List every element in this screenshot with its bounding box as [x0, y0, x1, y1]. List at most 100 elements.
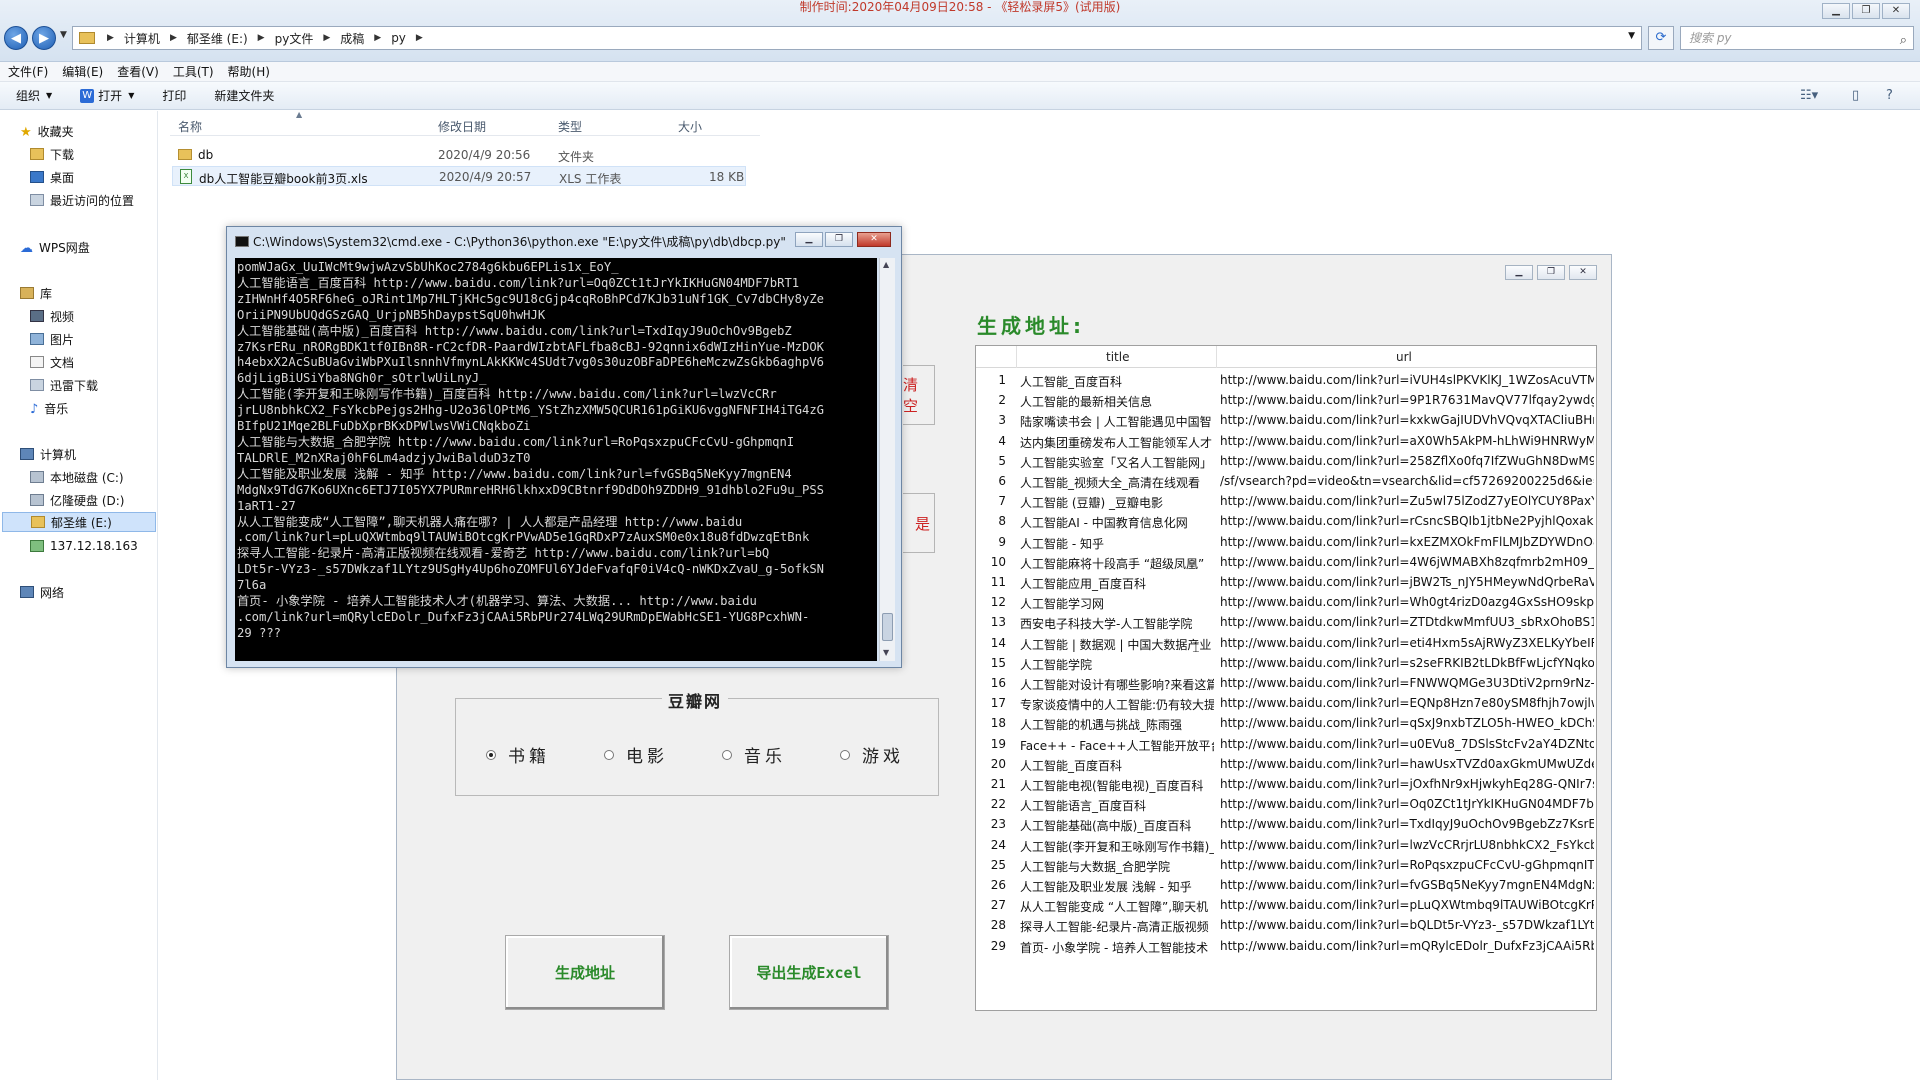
table-row[interactable]: 24 人工智能(李开复和王咏刚写作书籍)_ http://www.baidu.com… — [976, 835, 1596, 855]
results-table[interactable]: title url 1 人工智能_百度百科 http://www.baidu.com… — [975, 345, 1597, 1011]
breadcrumb-final[interactable]: 成稿 — [340, 30, 364, 47]
table-row[interactable]: 16 人工智能对设计有哪些影响?来看这篇 http://www.baidu.com/… — [976, 673, 1596, 693]
sidebar-item-wps[interactable]: ☁ WPS网盘 — [20, 237, 90, 257]
column-header-title[interactable]: title — [1106, 350, 1129, 364]
cmd-close-button[interactable]: ✕ — [857, 232, 891, 247]
sidebar-item-thunder[interactable]: 迅雷下载 — [30, 375, 98, 395]
clear-button[interactable]: 清空 — [903, 365, 935, 425]
back-button[interactable]: ◀ — [4, 26, 28, 50]
table-row[interactable]: 13 西安电子科技大学-人工智能学院 http://www.baidu.com/li… — [976, 612, 1596, 632]
new-folder-button[interactable]: 新建文件夹 — [214, 87, 274, 104]
scroll-up-icon[interactable]: ▲ — [883, 260, 889, 269]
restore-button[interactable]: ❐ — [1852, 3, 1880, 19]
sidebar-item-drive-e[interactable]: 郁圣维 (E:) — [2, 512, 156, 532]
console-output[interactable]: pomWJaGx_UuIWcMt9wjwAzvSbUhKoc2784g6kbu6… — [235, 258, 877, 661]
sidebar-item-desktop[interactable]: 桌面 — [30, 167, 74, 187]
menu-view[interactable]: 查看(V) — [117, 63, 159, 80]
sidebar-item-drive-c[interactable]: 本地磁盘 (C:) — [30, 467, 124, 487]
minimize-button[interactable]: ▁ — [1822, 3, 1850, 19]
sidebar-item-computer[interactable]: 计算机 — [20, 444, 76, 464]
table-row[interactable]: 27 从人工智能变成 “人工智障”,聊天机 http://www.baidu.com… — [976, 895, 1596, 915]
cmd-restore-button[interactable]: ❐ — [825, 232, 853, 247]
table-row[interactable]: 6 人工智能_视频大全_高清在线观看/sf/vsearch?pd=video&tn… — [976, 471, 1596, 491]
sidebar-item-video[interactable]: 视频 — [30, 306, 74, 326]
table-row[interactable]: 3 陆家嘴读书会 | 人工智能遇见中国智 http://www.baidu.com/… — [976, 410, 1596, 430]
breadcrumb-py[interactable]: py — [391, 31, 406, 45]
forward-button[interactable]: ▶ — [32, 26, 56, 50]
breadcrumb-drive-e[interactable]: 郁圣维 (E:) — [187, 30, 248, 47]
table-row[interactable]: 11 人工智能应用_百度百科 http://www.baidu.com/link?u… — [976, 572, 1596, 592]
table-row[interactable]: 5 人工智能实验室「又名人工智能网」 http://www.baidu.com/li… — [976, 451, 1596, 471]
cmd-scrollbar[interactable]: ▲ ▼ — [879, 258, 895, 661]
help-icon[interactable]: ? — [1886, 88, 1893, 103]
file-row-xls[interactable]: X db人工智能豆瓣book前3页.xls 2020/4/9 20:57 XLS… — [172, 166, 746, 186]
column-header-type[interactable]: 类型 — [558, 118, 582, 135]
sidebar-item-network[interactable]: 网络 — [20, 582, 64, 602]
app-close-button[interactable]: ✕ — [1569, 265, 1597, 280]
sidebar-item-recent[interactable]: 最近访问的位置 — [30, 190, 134, 210]
menu-edit[interactable]: 编辑(E) — [62, 63, 103, 80]
sidebar-item-drive-d[interactable]: 亿隆硬盘 (D:) — [30, 490, 124, 510]
radio-games[interactable]: 游戏 — [840, 742, 904, 767]
table-row[interactable]: 23 人工智能基础(高中版)_百度百科 http://www.baidu.com/l… — [976, 814, 1596, 834]
sidebar-item-network-drive[interactable]: 137.12.18.163 — [30, 536, 138, 556]
radio-books[interactable]: 书籍 — [486, 742, 550, 767]
table-row[interactable]: 9 人工智能 - 知乎 http://www.baidu.com/link?url=… — [976, 532, 1596, 552]
table-row[interactable]: 1 人工智能_百度百科 http://www.baidu.com/link?url=… — [976, 370, 1596, 390]
table-row[interactable]: 28 探寻人工智能-纪录片-高清正版视频 http://www.baidu.com/… — [976, 915, 1596, 935]
menu-file[interactable]: 文件(F) — [8, 63, 48, 80]
generate-urls-button[interactable]: 生成地址 — [505, 935, 665, 1010]
address-bar[interactable]: ▶ 计算机 ▶ 郁圣维 (E:) ▶ py文件 ▶ 成稿 ▶ py ▶ ▼ — [72, 26, 1642, 50]
sidebar-item-music[interactable]: ♪ 音乐 — [30, 398, 68, 418]
table-row[interactable]: 7 人工智能 (豆瓣) _豆瓣电影 http://www.baidu.com/lin… — [976, 491, 1596, 511]
sidebar-item-pictures[interactable]: 图片 — [30, 329, 74, 349]
radio-music[interactable]: 音乐 — [722, 742, 786, 767]
file-row-db[interactable]: db 2020/4/9 20:56 文件夹 — [172, 145, 746, 165]
close-button[interactable]: ✕ — [1882, 3, 1910, 19]
refresh-button[interactable]: ⟳ — [1648, 26, 1674, 50]
scroll-thumb[interactable] — [882, 613, 893, 641]
table-row[interactable]: 19 Face++ - Face++人工智能开放平台 http://www.baid… — [976, 734, 1596, 754]
table-row[interactable]: 4 达内集团重磅发布人工智能领军人才 http://www.baidu.com/li… — [976, 431, 1596, 451]
search-icon[interactable]: ⌕ — [1900, 30, 1907, 52]
app-minimize-button[interactable]: ▁ — [1505, 265, 1533, 280]
sidebar-item-favorites[interactable]: ★ 收藏夹 — [20, 121, 74, 141]
sidebar-item-documents[interactable]: 文档 — [30, 352, 74, 372]
table-row[interactable]: 26 人工智能及职业发展 浅解 - 知乎 http://www.baidu.com/… — [976, 875, 1596, 895]
table-row[interactable]: 17 专家谈疫情中的人工智能:仍有较大提 http://www.baidu.com/… — [976, 693, 1596, 713]
chevron-down-icon[interactable]: ▼ — [1628, 31, 1635, 41]
preview-pane-icon[interactable]: ▯ — [1852, 88, 1859, 103]
breadcrumb-computer[interactable]: 计算机 — [124, 30, 160, 47]
menu-tools[interactable]: 工具(T) — [173, 63, 214, 80]
table-row[interactable]: 25 人工智能与大数据_合肥学院 http://www.baidu.com/link… — [976, 855, 1596, 875]
search-input[interactable]: 搜索 py ⌕ — [1680, 26, 1914, 50]
table-row[interactable]: 14 人工智能 | 数据观 | 中国大数据产业 http://www.baidu.c… — [976, 633, 1596, 653]
column-header-url[interactable]: url — [1396, 350, 1412, 364]
table-row[interactable]: 22 人工智能语言_百度百科 http://www.baidu.com/link?u… — [976, 794, 1596, 814]
app-restore-button[interactable]: ❐ — [1537, 265, 1565, 280]
open-button[interactable]: W 打开 ▼ — [80, 87, 134, 104]
yes-button[interactable]: 是 — [903, 493, 935, 553]
history-dropdown-icon[interactable]: ▼ — [60, 30, 67, 40]
table-row[interactable]: 8 人工智能AI - 中国教育信息化网 http://www.baidu.com/l… — [976, 511, 1596, 531]
view-options-icon[interactable]: ☷▾ — [1800, 88, 1818, 103]
sidebar-item-library[interactable]: 库 — [20, 283, 52, 303]
organize-button[interactable]: 组织 ▼ — [16, 87, 52, 104]
breadcrumb-py-files[interactable]: py文件 — [275, 30, 314, 47]
table-row[interactable]: 2 人工智能的最新相关信息 http://www.baidu.com/link?ur… — [976, 390, 1596, 410]
export-excel-button[interactable]: 导出生成Excel — [729, 935, 889, 1010]
table-row[interactable]: 29 首页- 小象学院 - 培养人工智能技术 http://www.baidu.co… — [976, 936, 1596, 956]
column-header-size[interactable]: 大小 — [678, 118, 702, 135]
column-header-name[interactable]: 名称 — [178, 118, 202, 135]
table-row[interactable]: 18 人工智能的机遇与挑战_陈雨强 http://www.baidu.com/lin… — [976, 713, 1596, 733]
sidebar-item-downloads[interactable]: 下载 — [30, 144, 74, 164]
table-row[interactable]: 15 人工智能学院 http://www.baidu.com/link?url=s2… — [976, 653, 1596, 673]
column-header-modified[interactable]: 修改日期 — [438, 118, 486, 135]
radio-movies[interactable]: 电影 — [604, 742, 668, 767]
table-row[interactable]: 20 人工智能_百度百科 http://www.baidu.com/link?url… — [976, 754, 1596, 774]
scroll-down-icon[interactable]: ▼ — [883, 648, 889, 657]
table-row[interactable]: 12 人工智能学习网 http://www.baidu.com/link?url=W… — [976, 592, 1596, 612]
table-row[interactable]: 21 人工智能电视(智能电视)_百度百科 http://www.baidu.com/… — [976, 774, 1596, 794]
cmd-minimize-button[interactable]: ▁ — [795, 232, 823, 247]
print-button[interactable]: 打印 — [162, 87, 186, 104]
